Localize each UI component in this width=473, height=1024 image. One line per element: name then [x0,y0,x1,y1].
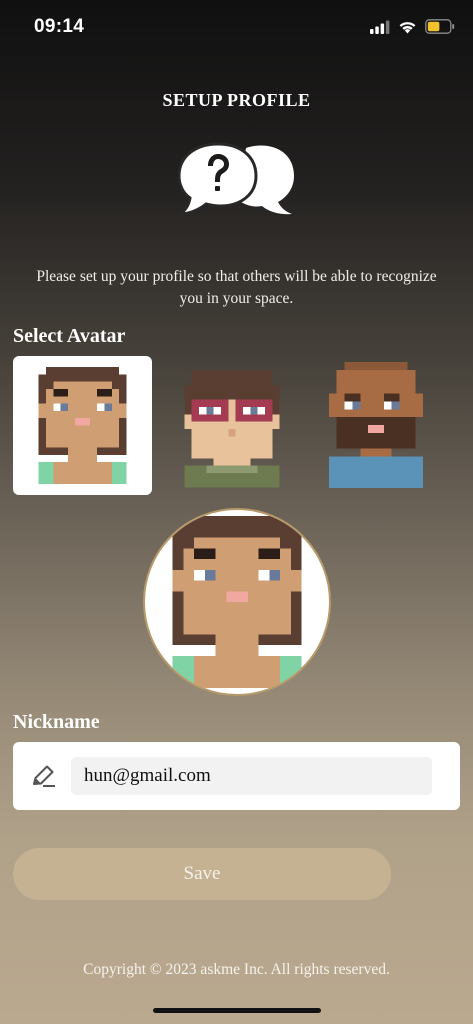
select-avatar-label: Select Avatar [13,325,126,347]
avatar-long-hair-image [38,367,127,484]
avatar-preview-image [172,516,302,688]
avatar-preview [143,508,331,696]
avatar-beard-image [328,362,424,488]
wifi-icon [399,21,416,33]
avatar-option-beard[interactable] [314,356,453,495]
home-indicator[interactable] [153,1008,321,1013]
status-icons [370,19,455,34]
status-time: 09:14 [34,16,85,37]
copyright-text: Copyright © 2023 askme Inc. All rights r… [83,961,390,978]
nickname-field-container [13,742,460,810]
status-bar: 09:14 [0,0,473,58]
question-chat-bubbles-icon [178,142,294,216]
avatar-option-glasses[interactable] [164,356,303,495]
avatar-option-long-hair[interactable] [13,356,152,495]
intro-text: Please set up your profile so that other… [36,268,437,307]
page-title: SETUP PROFILE [162,90,311,110]
save-button[interactable]: Save [13,848,391,900]
nickname-input[interactable] [71,757,432,795]
pencil-icon [33,765,55,787]
battery-icon [425,19,455,34]
nickname-label: Nickname [13,711,100,733]
avatar-glasses-image [184,370,280,488]
signal-icon [370,20,390,34]
